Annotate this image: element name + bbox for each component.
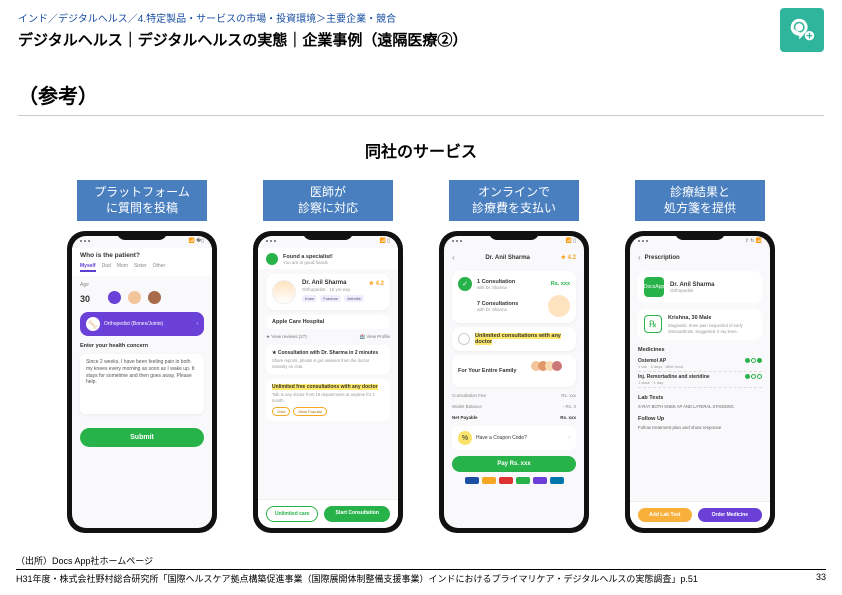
footer-citation: H31年度・株式会社野村総合研究所「国際ヘルスケア拠点構築促進事業（国際展開体制… (16, 572, 698, 585)
payment-logos (452, 477, 576, 484)
doctor-card: Dr. Anil Sharma ★ 4.2 Orthopedist · 15 y… (266, 274, 390, 310)
pay-button[interactable]: Pay Rs. xxx (452, 456, 576, 472)
breadcrumb: インド／デジタルヘルス／4.特定製品・サービスの市場・投資環境＞主要企業・競合 (18, 10, 824, 25)
coupon-row[interactable]: %Have a Coupon Code?› (452, 426, 576, 450)
consult-block-2: Unlimited free consultations with any do… (272, 384, 378, 390)
docsapp-logo: DocsApp (644, 277, 664, 297)
add-labtest-button[interactable]: Add Lab Test (638, 508, 692, 522)
phone-mockup-2: 📶 ▯ Found a specialist! You are in good … (253, 231, 403, 533)
medicines-heading: Medicines (638, 347, 762, 353)
doctor-mini-icon (548, 295, 570, 317)
phone-mockup-3: 📶 ▯ ‹ Dr. Anil Sharma ★ 4.2 ✓ 1 Consulta… (439, 231, 589, 533)
patient-question: Who is the patient? (80, 252, 204, 259)
start-consult-button[interactable]: Start Consultation (324, 506, 390, 522)
col-label-2: 医師が 診察に対応 (263, 180, 393, 221)
col-label-1: プラットフォーム に質問を投稿 (77, 180, 207, 221)
health-chat-icon (780, 8, 824, 52)
col-label-3: オンラインで 診療費を支払い (449, 180, 579, 221)
concern-text: Since 2 weeks, I have been feeling pain … (80, 354, 204, 414)
unlimited-button[interactable]: Unlimited care (266, 506, 318, 522)
doctor-avatar (272, 280, 296, 304)
rating-badge: ★ 4.2 (369, 280, 384, 287)
source-note: （出所）Docs App社ホームページ (16, 554, 153, 567)
check-icon: ✓ (458, 277, 472, 291)
phone-mockup-1: 📶 �▯ Who is the patient? MyselfDadMomSis… (67, 231, 217, 533)
prescription-title: Prescription (645, 255, 680, 261)
found-title: Found a specialist! (283, 254, 333, 260)
order-medicine-button[interactable]: Order Medicine (698, 508, 762, 522)
page-title: デジタルヘルス｜デジタルヘルスの実態｜企業事例（遠隔医療②） (18, 29, 824, 50)
family-icon (534, 361, 570, 381)
back-icon[interactable]: ‹ (638, 253, 641, 262)
phones-row: プラットフォーム に質問を投稿 📶 �▯ Who is the patient?… (18, 180, 824, 533)
bone-icon: 🦴 (86, 317, 100, 331)
check-icon (266, 253, 278, 265)
col-label-4: 診療結果と 処方箋を提供 (635, 180, 765, 221)
hospital-name: Apple Care Hospital (266, 315, 390, 329)
patient-tabs: MyselfDadMomSisterOther (80, 263, 204, 272)
rx-icon: ℞ (644, 315, 662, 333)
labtests-heading: Lab Tests (638, 395, 762, 401)
service-title: 同社のサービス (18, 138, 824, 162)
concern-label: Enter your health concern (80, 343, 204, 349)
specialty-banner: 🦴 Orthopedist (Bones/Joints) › (80, 312, 204, 336)
percent-icon: % (458, 431, 472, 445)
age-value: 30 (80, 294, 90, 304)
consult-block-1: ★ Consultation with Dr. Sharma in 2 minu… (272, 350, 384, 356)
followup-heading: Follow Up (638, 416, 762, 422)
submit-button[interactable]: Submit (80, 428, 204, 447)
page-number: 33 (816, 572, 826, 585)
reference-heading: （参考） (18, 80, 824, 109)
divider (18, 115, 824, 116)
phone-mockup-4: ⇪ ↻ 📶 ‹ Prescription DocsApp Dr. Anil Sh… (625, 231, 775, 533)
